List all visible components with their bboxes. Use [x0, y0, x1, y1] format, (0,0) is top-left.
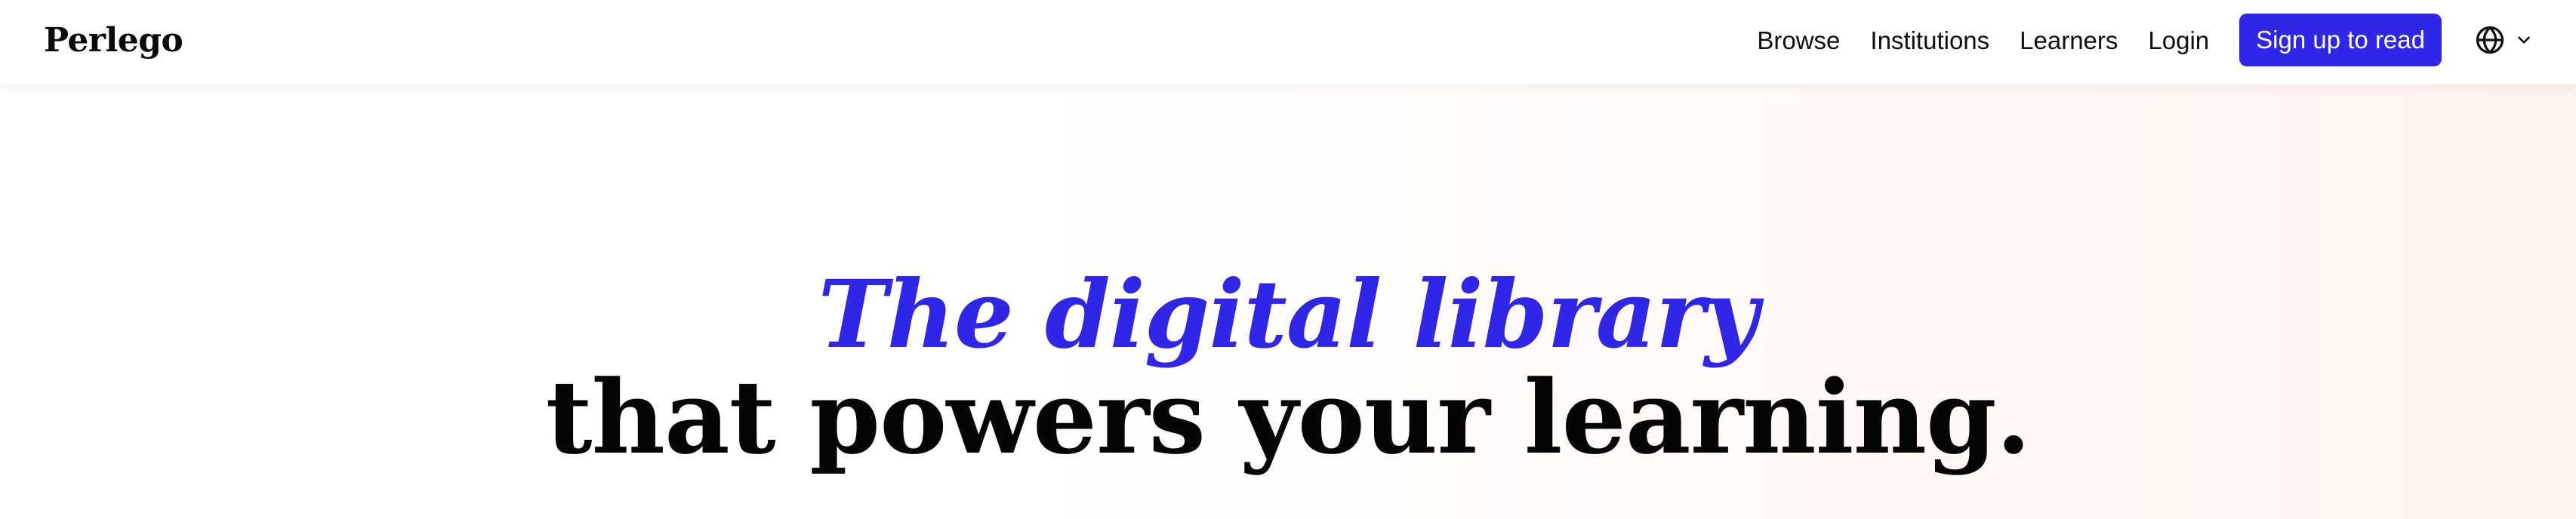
- hero-headline-main: that powers your learning.: [545, 358, 2032, 477]
- hero-headline-accent: The digital library: [818, 260, 1759, 370]
- sign-up-button[interactable]: Sign up to read: [2239, 14, 2442, 66]
- site-header: Perlego Browse Institutions Learners Log…: [0, 0, 2576, 84]
- nav-login-link[interactable]: Login: [2148, 28, 2209, 53]
- top-nav: Browse Institutions Learners Login Sign …: [1757, 14, 2534, 66]
- nav-browse-link[interactable]: Browse: [1757, 28, 1840, 53]
- logo[interactable]: Perlego: [44, 14, 183, 66]
- hero-section: The digital library that powers your lea…: [0, 84, 2576, 519]
- nav-learners-link[interactable]: Learners: [2020, 28, 2118, 53]
- language-selector[interactable]: [2473, 23, 2534, 57]
- nav-institutions-link[interactable]: Institutions: [1870, 28, 1989, 53]
- chevron-down-icon: [2514, 30, 2534, 50]
- globe-icon: [2473, 23, 2507, 57]
- hero-inner: The digital library that powers your lea…: [0, 84, 2576, 519]
